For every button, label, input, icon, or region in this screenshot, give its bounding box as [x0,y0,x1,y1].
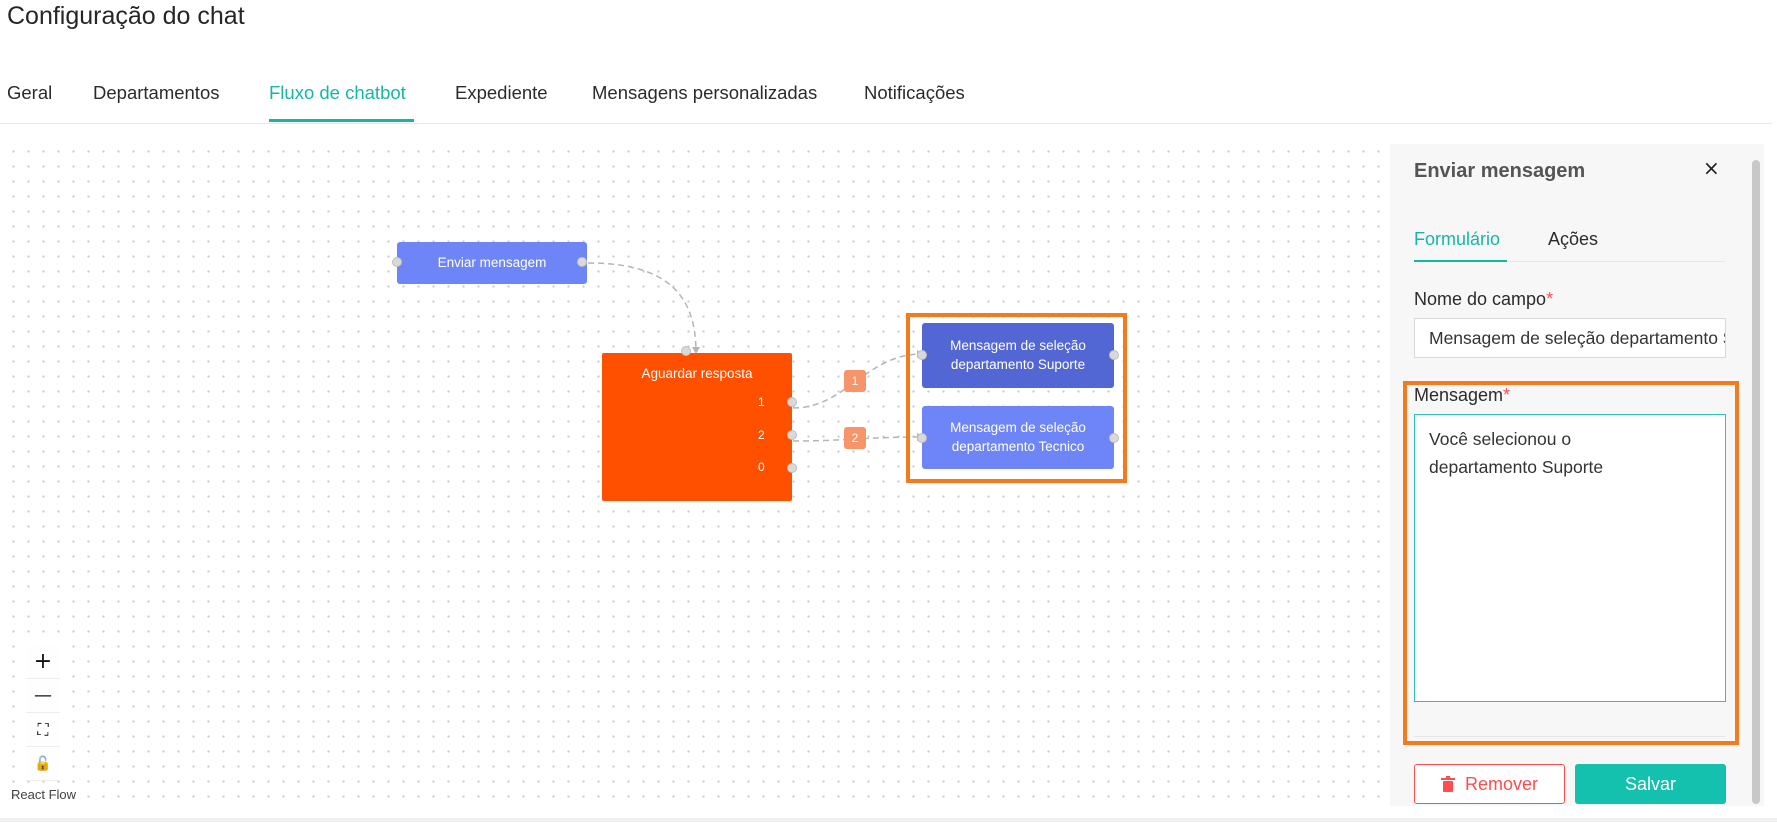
page-bottom-border [0,818,1777,822]
edge-send-to-wait [587,262,697,353]
node-handle[interactable] [681,346,691,356]
zoom-out-button[interactable]: — [26,679,60,713]
active-tab-indicator [269,119,414,122]
field-name-input[interactable]: Mensagem de seleção departamento Suporte [1414,318,1726,358]
panel-title: Enviar mensagem [1414,160,1586,182]
panel-tabs: Formulário Ações [1414,220,1725,262]
node-label: Mensagem de seleção departamento Tecnico [950,420,1086,454]
node-label: Aguardar resposta [641,366,753,381]
node-handle[interactable] [917,433,927,443]
edge-label-badge: 2 [844,427,866,449]
message-label: Mensagem* [1414,385,1511,405]
tab-geral[interactable]: Geral [7,82,52,104]
trash-icon [1440,776,1455,792]
node-handle[interactable] [392,257,402,267]
node-enviar-mensagem[interactable]: Enviar mensagem [397,242,587,284]
tab-mensagens-personalizadas[interactable]: Mensagens personalizadas [592,82,817,104]
remove-button[interactable]: Remover [1414,764,1565,804]
zoom-in-button[interactable]: + [26,645,60,679]
edge-label-badge: 1 [844,370,866,392]
tab-fluxo-de-chatbot[interactable]: Fluxo de chatbot [269,82,406,104]
node-mensagem-tecnico[interactable]: Mensagem de seleção departamento Tecnico [922,406,1114,469]
tab-acoes[interactable]: Ações [1548,229,1598,250]
node-handle[interactable] [787,463,797,473]
save-button[interactable]: Salvar [1575,764,1726,804]
divider [1414,736,1725,737]
node-handle[interactable] [577,257,587,267]
node-handle[interactable] [787,430,797,440]
node-mensagem-suporte[interactable]: Mensagem de seleção departamento Suporte [922,323,1114,388]
active-tab-indicator [1414,260,1507,262]
tab-departamentos[interactable]: Departamentos [93,82,219,104]
tab-expediente[interactable]: Expediente [455,82,548,104]
port-label: 1 [758,395,765,409]
node-handle[interactable] [1109,433,1119,443]
port-label: 0 [758,460,765,474]
fit-view-button[interactable]: ⛶ [26,713,60,747]
page-title: Configuração do chat [7,2,245,30]
settings-tabs: Geral Departamentos Fluxo de chatbot Exp… [0,72,1772,124]
node-aguardar-resposta[interactable]: Aguardar resposta [602,353,792,501]
tab-formulario[interactable]: Formulário [1414,229,1500,250]
message-textarea[interactable]: Você selecionou o departamento Suporte [1414,414,1726,702]
node-label: Mensagem de seleção departamento Suporte [950,338,1086,372]
flow-controls: + — ⛶ 🔓 [26,645,60,781]
node-handle[interactable] [1109,350,1119,360]
node-label: Enviar mensagem [437,254,547,270]
port-label: 2 [758,428,765,442]
react-flow-attribution[interactable]: React Flow [11,787,76,802]
close-icon[interactable]: × [1703,156,1720,180]
field-name-label: Nome do campo* [1414,289,1554,309]
tab-notificacoes[interactable]: Notificações [864,82,965,104]
panel-scrollbar[interactable] [1752,160,1760,804]
node-handle[interactable] [917,350,927,360]
node-edit-panel: Enviar mensagem × Formulário Ações Nome … [1390,144,1764,806]
node-handle[interactable] [787,397,797,407]
lock-icon[interactable]: 🔓 [26,747,60,781]
